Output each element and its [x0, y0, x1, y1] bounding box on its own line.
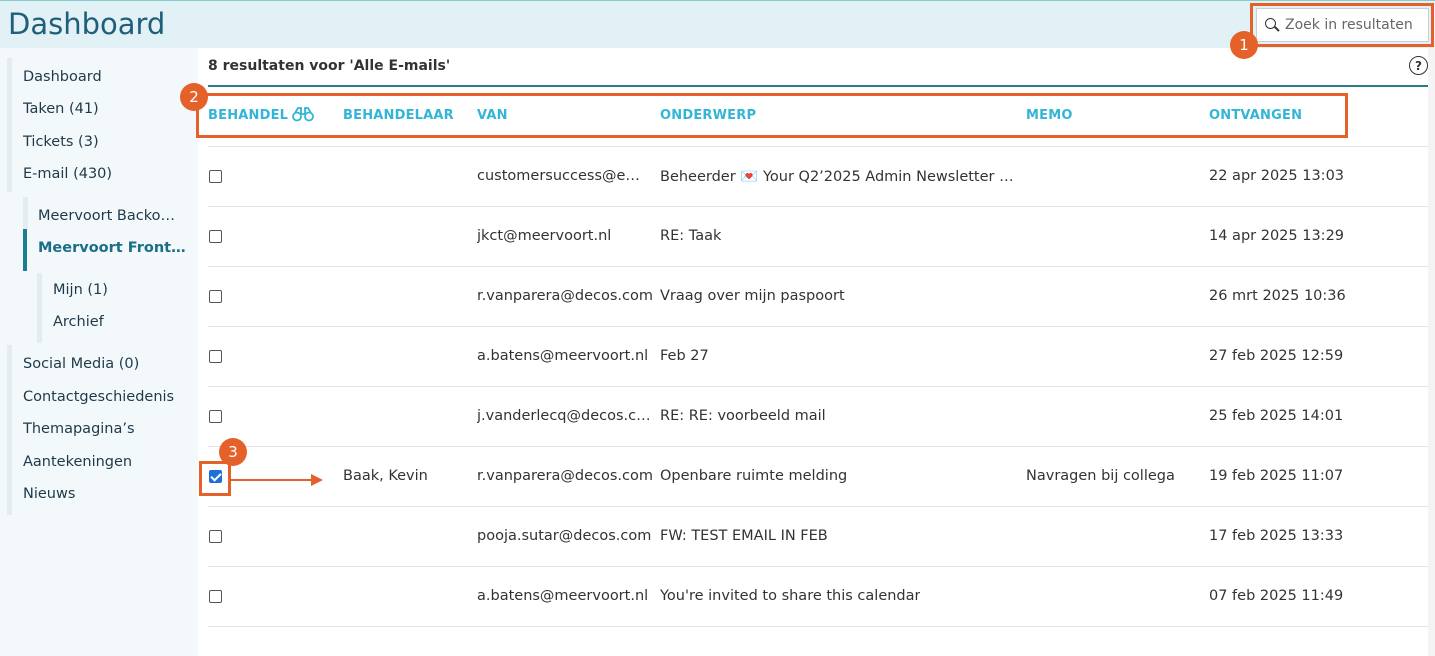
annotation-highlight-checkbox: [199, 461, 231, 496]
table-row[interactable]: r.vanparera@decos.com Vraag over mijn pas…: [208, 266, 1428, 326]
cell-ontvangen: 26 mrt 2025 10:36: [1209, 288, 1346, 304]
sidebar-item-frontoffice[interactable]: Meervoort Frontoffice: [38, 240, 188, 256]
row-checkbox[interactable]: [209, 410, 222, 423]
sidebar-group-bottom: [7, 345, 12, 515]
table-row[interactable]: j.vanderlecq@decos.com RE: RE: voorbeeld …: [208, 386, 1428, 446]
cell-van: j.vanderlecq@decos.com: [477, 408, 653, 424]
top-bar: Dashboard: [0, 0, 1435, 48]
sidebar-item-email[interactable]: E-mail (430): [23, 166, 112, 182]
table-row[interactable]: jkct@meervoort.nl RE: Taak 14 apr 2025 13:…: [208, 206, 1428, 266]
cell-onderwerp: Beheerder 💌 Your Q2’2025 Admin Newslette…: [660, 169, 1016, 185]
sidebar-item-mijn[interactable]: Mijn (1): [53, 282, 108, 298]
sidebar-item-tickets[interactable]: Tickets (3): [23, 134, 99, 150]
row-checkbox[interactable]: [209, 350, 222, 363]
cell-memo: Navragen bij collega: [1026, 468, 1175, 484]
cell-van: r.vanparera@decos.com: [477, 468, 653, 484]
table-row[interactable]: a.batens@meervoort.nl You're invited to s…: [208, 566, 1428, 626]
sidebar-item-nieuws[interactable]: Nieuws: [23, 486, 75, 502]
sidebar-item-backoffice[interactable]: Meervoort Backoffice: [38, 208, 188, 224]
cell-van: r.vanparera@decos.com: [477, 288, 653, 304]
cell-onderwerp: RE: Taak: [660, 228, 722, 244]
table-row[interactable]: pooja.sutar@decos.com FW: TEST EMAIL IN F…: [208, 506, 1428, 566]
annotation-arrow: [231, 474, 323, 486]
sidebar-item-dashboard[interactable]: Dashboard: [23, 69, 102, 85]
row-checkbox[interactable]: [209, 290, 222, 303]
row-checkbox[interactable]: [209, 530, 222, 543]
cell-van: pooja.sutar@decos.com: [477, 528, 652, 544]
cell-ontvangen: 27 feb 2025 12:59: [1209, 348, 1344, 364]
annotation-highlight-columns: [196, 93, 1348, 138]
cell-van: customersuccess@email.com: [477, 168, 653, 184]
table-row[interactable]: customersuccess@email.com Beheerder 💌 You…: [208, 146, 1428, 206]
sidebar-item-taken[interactable]: Taken (41): [23, 101, 99, 117]
help-icon[interactable]: ?: [1409, 56, 1428, 75]
cell-ontvangen: 25 feb 2025 14:01: [1209, 408, 1344, 424]
table-row[interactable]: a.batens@meervoort.nl Feb 27 27 feb 2025 1…: [208, 326, 1428, 386]
cell-ontvangen: 19 feb 2025 11:07: [1209, 468, 1344, 484]
cell-van: a.batens@meervoort.nl: [477, 348, 649, 364]
sidebar-item-themapaginas[interactable]: Themapagina’s: [23, 421, 135, 437]
sidebar-group-main: [7, 58, 12, 192]
annotation-badge-1: 1: [1230, 31, 1258, 59]
cell-onderwerp: FW: TEST EMAIL IN FEB: [660, 528, 828, 544]
cell-ontvangen: 17 feb 2025 13:33: [1209, 528, 1344, 544]
row-checkbox[interactable]: [209, 230, 222, 243]
table-row[interactable]: Baak, Kevin r.vanparera@decos.com Openbare…: [208, 446, 1428, 506]
cell-behandelaar: Baak, Kevin: [343, 468, 428, 484]
scrollbar-track[interactable]: [1428, 48, 1435, 656]
sidebar-item-aantekeningen[interactable]: Aantekeningen: [23, 454, 132, 470]
annotation-badge-3: 3: [219, 438, 247, 466]
cell-onderwerp: Vraag over mijn paspoort: [660, 288, 845, 304]
sidebar-item-archief[interactable]: Archief: [53, 314, 104, 330]
header-divider: [208, 85, 1428, 87]
page-title: Dashboard: [8, 7, 166, 41]
sidebar-group-sub: [37, 273, 42, 343]
annotation-badge-2: 2: [180, 83, 208, 111]
table-bottom-border: [208, 626, 1428, 627]
cell-onderwerp: Openbare ruimte melding: [660, 468, 848, 484]
cell-onderwerp: RE: RE: voorbeeld mail: [660, 408, 826, 424]
cell-van: a.batens@meervoort.nl: [477, 588, 649, 604]
cell-onderwerp: Feb 27: [660, 348, 709, 364]
row-checkbox[interactable]: [209, 170, 222, 183]
sidebar-item-contactgeschiedenis[interactable]: Contactgeschiedenis: [23, 389, 174, 405]
annotation-highlight-search: [1250, 3, 1434, 47]
cell-ontvangen: 07 feb 2025 11:49: [1209, 588, 1344, 604]
sidebar-item-social-media[interactable]: Social Media (0): [23, 356, 139, 372]
cell-onderwerp: You're invited to share this calendar: [660, 588, 921, 604]
sidebar-group-mailboxes: [23, 197, 28, 229]
cell-van: jkct@meervoort.nl: [477, 228, 612, 244]
cell-ontvangen: 22 apr 2025 13:03: [1209, 168, 1345, 184]
sidebar-active-indicator: [23, 229, 27, 271]
result-summary: 8 resultaten voor 'Alle E-mails': [208, 58, 451, 74]
row-checkbox[interactable]: [209, 590, 222, 603]
cell-ontvangen: 14 apr 2025 13:29: [1209, 228, 1345, 244]
